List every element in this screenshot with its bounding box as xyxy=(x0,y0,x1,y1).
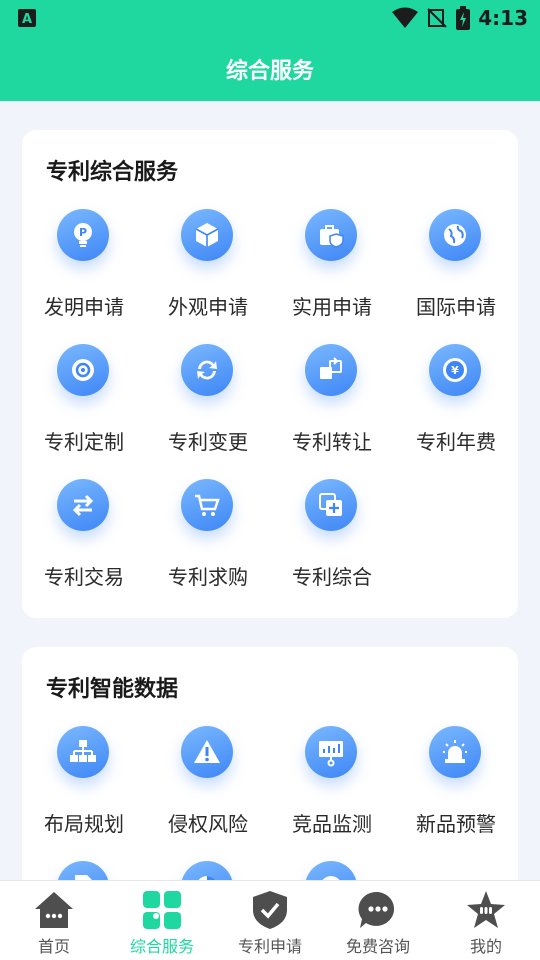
data-infringement-risk[interactable]: 侵权风险 xyxy=(146,726,270,846)
info-icon xyxy=(305,861,357,880)
shield-check-icon xyxy=(249,889,291,931)
service-patent-change[interactable]: 专利变更 xyxy=(146,344,270,464)
warning-icon xyxy=(181,726,233,778)
service-label: 专利定制 xyxy=(44,430,124,454)
data-item-chart[interactable] xyxy=(146,861,270,880)
nav-patent-apply[interactable]: 专利申请 xyxy=(216,881,324,960)
nav-label: 免费咨询 xyxy=(345,937,410,956)
wifi-icon xyxy=(392,7,419,28)
app-header: 综合服务 xyxy=(0,36,540,101)
main-content[interactable]: 专利综合服务 P 发明申请 外观申请 实用申请 国际申请 专利定制 专利变更 专… xyxy=(0,101,540,880)
service-patent-custom[interactable]: 专利定制 xyxy=(22,344,146,464)
service-label: 实用申请 xyxy=(292,295,372,319)
nav-label: 首页 xyxy=(37,937,70,956)
pie-chart-icon xyxy=(181,861,233,880)
cart-icon xyxy=(181,479,233,531)
document-icon xyxy=(57,861,109,880)
service-patent-transfer[interactable]: 专利转让 xyxy=(270,344,394,464)
section-title: 专利智能数据 xyxy=(46,677,179,702)
service-label: 专利转让 xyxy=(292,430,372,454)
data-item-info[interactable] xyxy=(270,861,394,880)
service-label: 专利求购 xyxy=(168,565,248,589)
service-patent-comprehensive[interactable]: 专利综合 xyxy=(270,479,394,599)
svg-text:¥: ¥ xyxy=(451,364,459,377)
transfer-icon xyxy=(305,344,357,396)
gear-icon xyxy=(57,344,109,396)
service-annual-fee[interactable]: ¥ 专利年费 xyxy=(394,344,518,464)
no-signal-icon xyxy=(427,8,447,28)
nav-mine[interactable]: 我的 xyxy=(432,881,540,960)
nav-consult[interactable]: 免费咨询 xyxy=(324,881,432,960)
cube-icon xyxy=(181,209,233,261)
presentation-icon xyxy=(305,726,357,778)
service-label: 新品预警 xyxy=(416,812,496,836)
chat-bubble-icon xyxy=(357,889,399,931)
service-label: 布局规划 xyxy=(44,812,124,836)
svg-text:P: P xyxy=(79,226,87,239)
data-competitor-monitor[interactable]: 竞品监测 xyxy=(270,726,394,846)
home-icon xyxy=(33,889,75,931)
service-international-apply[interactable]: 国际申请 xyxy=(394,209,518,329)
grid-icon xyxy=(141,889,183,931)
service-label: 专利变更 xyxy=(168,430,248,454)
data-layout-planning[interactable]: 布局规划 xyxy=(22,726,146,846)
page-title: 综合服务 xyxy=(225,58,314,84)
add-copy-icon xyxy=(305,479,357,531)
org-chart-icon xyxy=(57,726,109,778)
service-label: 发明申请 xyxy=(44,295,124,319)
service-invention-apply[interactable]: P 发明申请 xyxy=(22,209,146,329)
svg-text:A: A xyxy=(22,12,32,27)
nav-label: 综合服务 xyxy=(129,937,194,956)
data-item-document[interactable] xyxy=(22,861,146,880)
service-label: 专利综合 xyxy=(292,565,372,589)
yen-coin-icon: ¥ xyxy=(429,344,481,396)
service-label: 国际申请 xyxy=(416,295,496,319)
service-label: 侵权风险 xyxy=(168,812,248,836)
app-notification-icon: A xyxy=(18,9,36,27)
nav-services[interactable]: 综合服务 xyxy=(108,881,216,960)
service-utility-apply[interactable]: 实用申请 xyxy=(270,209,394,329)
globe-icon xyxy=(429,209,481,261)
battery-icon xyxy=(456,6,471,30)
service-design-apply[interactable]: 外观申请 xyxy=(146,209,270,329)
lightbulb-icon: P xyxy=(57,209,109,261)
exchange-arrows-icon xyxy=(57,479,109,531)
data-new-product-alert[interactable]: 新品预警 xyxy=(394,726,518,846)
refresh-icon xyxy=(181,344,233,396)
service-patent-purchase[interactable]: 专利求购 xyxy=(146,479,270,599)
bottom-nav: 首页 综合服务 专利申请 免费咨询 我的 xyxy=(0,880,540,960)
alarm-light-icon xyxy=(429,726,481,778)
service-label: 专利年费 xyxy=(416,430,496,454)
service-label: 竞品监测 xyxy=(292,812,372,836)
service-label: 外观申请 xyxy=(168,295,248,319)
status-bar: A 4:13 xyxy=(0,0,540,36)
patent-services-card: 专利综合服务 P 发明申请 外观申请 实用申请 国际申请 专利定制 专利变更 专… xyxy=(22,130,518,618)
service-patent-trade[interactable]: 专利交易 xyxy=(22,479,146,599)
service-label: 专利交易 xyxy=(44,565,124,589)
section-title: 专利综合服务 xyxy=(46,160,179,185)
status-time: 4:13 xyxy=(478,6,528,30)
nav-label: 专利申请 xyxy=(237,937,302,956)
nav-home[interactable]: 首页 xyxy=(0,881,108,960)
briefcase-shield-icon xyxy=(305,209,357,261)
star-face-icon xyxy=(465,889,507,931)
patent-intelligence-card: 专利智能数据 布局规划 侵权风险 竞品监测 新品预警 xyxy=(22,647,518,880)
nav-label: 我的 xyxy=(469,937,502,956)
